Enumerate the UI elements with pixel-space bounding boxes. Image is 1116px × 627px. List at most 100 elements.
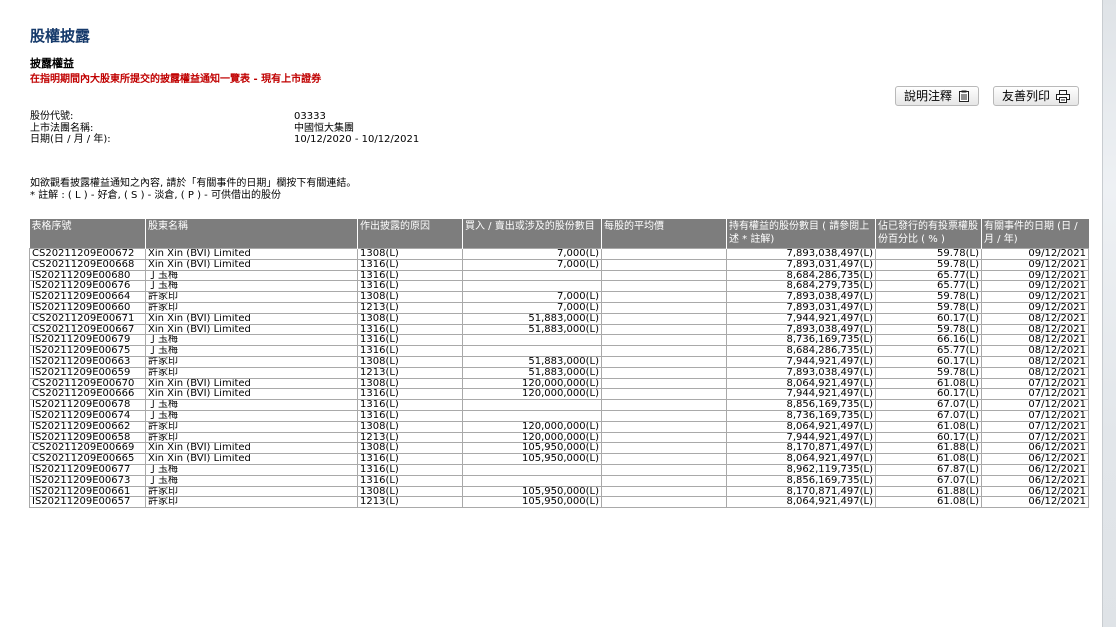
table-cell[interactable]: 07/12/2021 xyxy=(981,409,1089,422)
table-row[interactable]: IS20211209E00657 許家印 1213(L) 105,950,000(L)… xyxy=(29,496,1089,509)
table-row[interactable]: CS20211209E00669 Xin Xin (BVI) Limited 130… xyxy=(29,442,1089,455)
table-cell xyxy=(601,334,727,347)
table-cell xyxy=(601,366,727,379)
table-cell[interactable]: 08/12/2021 xyxy=(981,366,1089,379)
company-name: 中國恒大集團 xyxy=(294,122,354,134)
table-cell[interactable]: 07/12/2021 xyxy=(981,431,1089,444)
table-cell: 61.88(L) xyxy=(875,485,982,498)
column-header: 表格序號 xyxy=(29,219,146,249)
table-cell[interactable]: 06/12/2021 xyxy=(981,474,1089,487)
table-row[interactable]: IS20211209E00676 丁玉梅 1316(L) 8,684,279,735(… xyxy=(29,280,1089,293)
table-cell[interactable]: 09/12/2021 xyxy=(981,280,1089,293)
table-row[interactable]: IS20211209E00659 許家印 1213(L) 51,883,000(L) 7… xyxy=(29,366,1089,379)
table-cell: 1308(L) xyxy=(357,312,463,325)
table-cell[interactable]: 06/12/2021 xyxy=(981,485,1089,498)
table-cell: 61.08(L) xyxy=(875,420,982,433)
table-row[interactable]: CS20211209E00670 Xin Xin (BVI) Limited 130… xyxy=(29,377,1089,390)
column-header: 作出披露的原因 xyxy=(357,219,463,249)
table-cell xyxy=(462,399,602,411)
table-row[interactable]: CS20211209E00668 Xin Xin (BVI) Limited 131… xyxy=(29,258,1089,271)
table-cell xyxy=(601,355,727,368)
table-cell: 許家印 xyxy=(145,496,358,509)
section-title: 披露權益 xyxy=(30,57,74,70)
table-cell[interactable]: 09/12/2021 xyxy=(981,258,1089,271)
table-row[interactable]: IS20211209E00677 丁玉梅 1316(L) 8,962,119,735(… xyxy=(29,463,1089,476)
instruction-line: 如欲觀看披露權益通知之內容, 請於「有關事件的日期」欄按下有關連結。 xyxy=(30,178,357,189)
table-cell: 丁玉梅 xyxy=(145,269,358,282)
table-cell[interactable]: 06/12/2021 xyxy=(981,453,1089,465)
table-cell[interactable]: 08/12/2021 xyxy=(981,355,1089,368)
table-row[interactable]: IS20211209E00664 許家印 1308(L) 7,000(L) 7,893,… xyxy=(29,291,1089,303)
table-cell xyxy=(601,420,727,433)
table-cell: 許家印 xyxy=(145,420,358,433)
table-cell: 51,883,000(L) xyxy=(462,366,602,379)
table-cell xyxy=(462,280,602,293)
table-cell xyxy=(462,409,602,422)
table-row[interactable]: IS20211209E00660 許家印 1213(L) 7,000(L) 7,893,… xyxy=(29,301,1089,314)
table-row[interactable]: IS20211209E00680 丁玉梅 1316(L) 8,684,286,735(… xyxy=(29,269,1089,282)
table-cell xyxy=(601,474,727,487)
table-cell: CS20211209E00667 xyxy=(29,323,146,336)
table-cell: 7,000(L) xyxy=(462,291,602,303)
table-row[interactable]: CS20211209E00667 Xin Xin (BVI) Limited 131… xyxy=(29,323,1089,336)
table-cell: 1316(L) xyxy=(357,345,463,357)
table-row[interactable]: IS20211209E00674 丁玉梅 1316(L) 8,736,169,735(… xyxy=(29,409,1089,422)
table-row[interactable]: IS20211209E00658 許家印 1213(L) 120,000,000(L)… xyxy=(29,431,1089,444)
table-cell[interactable]: 06/12/2021 xyxy=(981,496,1089,509)
table-cell: 105,950,000(L) xyxy=(462,453,602,465)
table-cell: 51,883,000(L) xyxy=(462,355,602,368)
table-cell xyxy=(601,377,727,390)
table-row[interactable]: IS20211209E00673 丁玉梅 1316(L) 8,856,169,735(… xyxy=(29,474,1089,487)
table-row[interactable]: IS20211209E00661 許家印 1308(L) 105,950,000(L)… xyxy=(29,485,1089,498)
table-cell[interactable]: 09/12/2021 xyxy=(981,301,1089,314)
table-cell: 7,893,038,497(L) xyxy=(726,366,876,379)
table-cell: 8,962,119,735(L) xyxy=(726,463,876,476)
table-row[interactable]: IS20211209E00662 許家印 1308(L) 120,000,000(L)… xyxy=(29,420,1089,433)
table-cell[interactable]: 07/12/2021 xyxy=(981,388,1089,401)
table-cell: 67.07(L) xyxy=(875,474,982,487)
notes-button-label: 說明注釋 xyxy=(904,89,953,103)
table-row[interactable]: CS20211209E00666 Xin Xin (BVI) Limited 131… xyxy=(29,388,1089,401)
table-cell[interactable]: 08/12/2021 xyxy=(981,334,1089,347)
table-cell: IS20211209E00663 xyxy=(29,355,146,368)
table-cell: 8,736,169,735(L) xyxy=(726,334,876,347)
table-cell[interactable]: 09/12/2021 xyxy=(981,291,1089,303)
table-cell: 丁玉梅 xyxy=(145,345,358,357)
table-row[interactable]: IS20211209E00675 丁玉梅 1316(L) 8,684,286,735(… xyxy=(29,345,1089,357)
date-range: 10/12/2020 - 10/12/2021 xyxy=(294,134,420,145)
table-cell[interactable]: 09/12/2021 xyxy=(981,269,1089,282)
table-cell: 許家印 xyxy=(145,291,358,303)
table-cell: IS20211209E00664 xyxy=(29,291,146,303)
table-cell xyxy=(601,291,727,303)
table-cell[interactable]: 07/12/2021 xyxy=(981,377,1089,390)
table-cell[interactable]: 08/12/2021 xyxy=(981,312,1089,325)
table-cell: IS20211209E00658 xyxy=(29,431,146,444)
table-cell: 許家印 xyxy=(145,431,358,444)
table-cell[interactable]: 06/12/2021 xyxy=(981,463,1089,476)
notes-button[interactable]: 說明注釋 xyxy=(895,86,980,106)
table-cell: 8,684,286,735(L) xyxy=(726,269,876,282)
table-cell[interactable]: 08/12/2021 xyxy=(981,345,1089,357)
table-row[interactable]: CS20211209E00665 Xin Xin (BVI) Limited 131… xyxy=(29,453,1089,465)
table-cell[interactable]: 09/12/2021 xyxy=(981,248,1089,260)
column-header: 買入 / 賣出或涉及的股份數目 xyxy=(462,219,602,249)
table-cell: 1213(L) xyxy=(357,366,463,379)
table-cell[interactable]: 07/12/2021 xyxy=(981,399,1089,411)
table-cell[interactable]: 07/12/2021 xyxy=(981,420,1089,433)
table-row[interactable]: IS20211209E00663 許家印 1308(L) 51,883,000(L) 7… xyxy=(29,355,1089,368)
legend-note: * 註解 : ( L ) - 好倉, ( S ) - 淡倉, ( P ) - 可… xyxy=(30,190,281,201)
table-cell[interactable]: 06/12/2021 xyxy=(981,442,1089,455)
table-row[interactable]: IS20211209E00679 丁玉梅 1316(L) 8,736,169,735(… xyxy=(29,334,1089,347)
table-cell: IS20211209E00680 xyxy=(29,269,146,282)
table-cell xyxy=(601,248,727,260)
table-row[interactable]: IS20211209E00678 丁玉梅 1316(L) 8,856,169,735(… xyxy=(29,399,1089,411)
table-row[interactable]: CS20211209E00672 Xin Xin (BVI) Limited 130… xyxy=(29,248,1089,260)
table-cell xyxy=(601,258,727,271)
table-row[interactable]: CS20211209E00671 Xin Xin (BVI) Limited 130… xyxy=(29,312,1089,325)
table-cell: CS20211209E00670 xyxy=(29,377,146,390)
print-button[interactable]: 友善列印 xyxy=(993,86,1080,106)
table-cell[interactable]: 08/12/2021 xyxy=(981,323,1089,336)
table-cell: Xin Xin (BVI) Limited xyxy=(145,323,358,336)
table-cell xyxy=(601,485,727,498)
column-header: 持有權益的股份數目 ( 請參閱上述 * 註解) xyxy=(726,219,876,249)
